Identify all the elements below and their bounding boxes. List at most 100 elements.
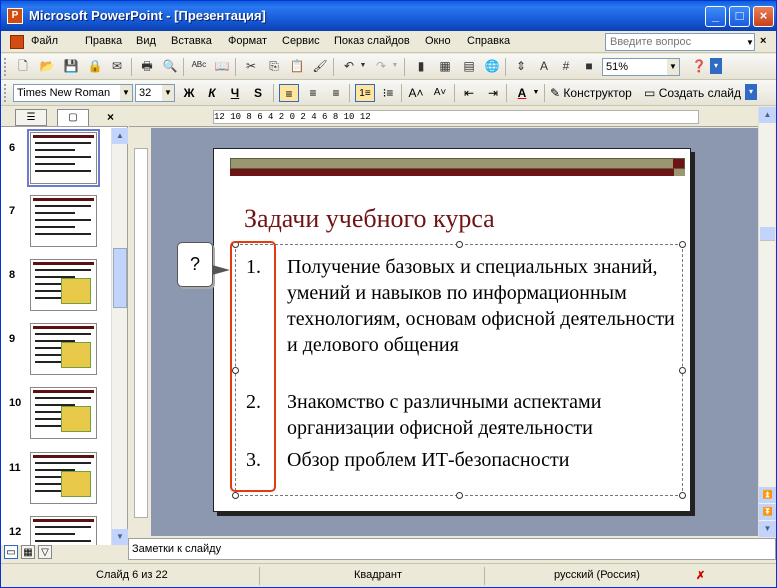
increase-font-button[interactable]: A˄: [406, 84, 426, 102]
spelling-status-icon[interactable]: ✗: [696, 569, 705, 582]
slide-thumbnail[interactable]: 11: [1, 448, 111, 508]
thumbnails-scrollbar[interactable]: ▲ ▼: [111, 128, 128, 545]
help-search-input[interactable]: Введите вопрос: [605, 33, 755, 51]
tab-outline[interactable]: ☰: [15, 109, 47, 126]
menu-file[interactable]: Файл: [31, 35, 58, 47]
previous-slide-icon[interactable]: ⏫: [759, 487, 776, 503]
toolbar-options-icon[interactable]: ▾: [710, 58, 722, 74]
print-preview-icon[interactable]: 🔍: [162, 58, 178, 74]
font-size-select[interactable]: 32 ▼: [135, 84, 175, 102]
toolbar-grip[interactable]: [4, 58, 7, 76]
menu-edit[interactable]: Правка: [85, 35, 122, 47]
menu-window[interactable]: Окно: [425, 35, 451, 47]
slide-thumbnail[interactable]: 6: [1, 128, 111, 188]
doc-close-icon[interactable]: ×: [760, 35, 766, 47]
save-icon[interactable]: 💾: [63, 58, 79, 74]
undo-icon[interactable]: ↶: [341, 58, 357, 74]
resize-handle[interactable]: [679, 492, 686, 499]
permission-icon[interactable]: 🔒: [87, 58, 103, 74]
format-painter-icon[interactable]: 🖌: [312, 58, 328, 74]
new-slide-button[interactable]: ▭ Создать слайд: [644, 84, 742, 102]
slide-thumbnail[interactable]: 9: [1, 319, 111, 379]
chevron-down-icon[interactable]: ▼: [120, 85, 132, 101]
open-icon[interactable]: 📂: [39, 58, 55, 74]
font-select[interactable]: Times New Roman ▼: [13, 84, 133, 102]
powerpoint-app-icon[interactable]: P: [7, 8, 23, 24]
resize-handle[interactable]: [456, 492, 463, 499]
resize-handle[interactable]: [232, 492, 239, 499]
hyperlink-icon[interactable]: 🌐: [484, 58, 500, 74]
numbering-button[interactable]: 1≡: [355, 84, 375, 102]
tables-borders-icon[interactable]: ▤: [461, 58, 477, 74]
resize-handle[interactable]: [679, 241, 686, 248]
slide-thumbnail[interactable]: 10: [1, 383, 111, 443]
normal-view-icon[interactable]: ▭: [4, 545, 18, 559]
next-slide-icon[interactable]: ⏬: [759, 504, 776, 520]
menu-help[interactable]: Справка: [467, 35, 510, 47]
font-color-button[interactable]: A: [512, 84, 532, 102]
scroll-up-icon[interactable]: ▲: [759, 107, 776, 123]
slide-scrollbar[interactable]: ▲ ⏫ ⏬ ▼: [758, 107, 776, 537]
align-left-button[interactable]: ≡: [279, 84, 299, 102]
scroll-up-icon[interactable]: ▲: [112, 128, 128, 144]
email-icon[interactable]: ✉: [109, 58, 125, 74]
slide[interactable]: Задачи учебного курса 1. Получение базов…: [213, 148, 691, 512]
menu-slideshow[interactable]: Показ слайдов: [334, 35, 410, 47]
slide-thumbnail[interactable]: 8: [1, 255, 111, 315]
paste-icon[interactable]: 📋: [289, 58, 305, 74]
menu-view[interactable]: Вид: [136, 35, 156, 47]
close-pane-icon[interactable]: ×: [107, 110, 114, 124]
expand-all-icon[interactable]: ⇕: [513, 58, 529, 74]
slide-thumbnail[interactable]: 12: [1, 512, 111, 545]
grid-icon[interactable]: #: [558, 58, 574, 74]
toolbar-grip[interactable]: [4, 84, 7, 102]
menu-tools[interactable]: Сервис: [282, 35, 320, 47]
minimize-button[interactable]: _: [705, 6, 726, 27]
body-text-box[interactable]: 1. Получение базовых и специальных знани…: [232, 241, 686, 499]
chart-icon[interactable]: ▮: [413, 58, 429, 74]
underline-button[interactable]: Ч: [227, 84, 243, 102]
menu-insert[interactable]: Вставка: [171, 35, 212, 47]
bullets-button[interactable]: ⁝≡: [378, 84, 398, 102]
cut-icon[interactable]: ✂: [243, 58, 259, 74]
slide-thumbnail[interactable]: 7: [1, 191, 111, 251]
chevron-down-icon[interactable]: ▼: [162, 85, 174, 101]
title-bar[interactable]: P Microsoft PowerPoint - [Презентация] _…: [1, 1, 776, 31]
notes-field[interactable]: Заметки к слайду: [128, 538, 776, 560]
help-icon[interactable]: ❓: [691, 58, 707, 74]
chevron-down-icon[interactable]: ▼: [667, 59, 679, 75]
undo-dropdown-icon[interactable]: ▼: [359, 58, 367, 74]
help-dropdown-icon[interactable]: ▼: [746, 38, 754, 47]
toolbar-options-icon[interactable]: ▾: [745, 84, 757, 100]
table-icon[interactable]: ▦: [437, 58, 453, 74]
font-color-dropdown-icon[interactable]: ▼: [532, 84, 540, 102]
zoom-select[interactable]: 51% ▼: [602, 58, 680, 76]
scroll-thumb[interactable]: [113, 248, 127, 308]
align-right-button[interactable]: ≡: [326, 84, 346, 102]
increase-indent-button[interactable]: ⇥: [483, 84, 503, 102]
shadow-button[interactable]: S: [250, 84, 266, 102]
decrease-indent-button[interactable]: ⇤: [459, 84, 479, 102]
color-grayscale-icon[interactable]: ■: [581, 58, 597, 74]
slideshow-icon[interactable]: ▽: [38, 545, 52, 559]
print-icon[interactable]: 🖶: [139, 58, 155, 74]
scroll-down-icon[interactable]: ▼: [112, 529, 128, 545]
maximize-button[interactable]: □: [729, 6, 750, 27]
slide-title[interactable]: Задачи учебного курса: [244, 204, 495, 234]
designer-button[interactable]: ✎ Конструктор: [550, 84, 640, 102]
align-center-button[interactable]: ≡: [303, 84, 323, 102]
show-formatting-icon[interactable]: A: [536, 58, 552, 74]
decrease-font-button[interactable]: A˅: [430, 84, 450, 102]
bold-button[interactable]: Ж: [181, 84, 197, 102]
close-button[interactable]: ×: [753, 6, 774, 27]
resize-handle[interactable]: [456, 241, 463, 248]
redo-dropdown-icon[interactable]: ▼: [391, 58, 399, 74]
spelling-icon[interactable]: ᴬᴮᶜ: [191, 58, 207, 74]
research-icon[interactable]: 📖: [214, 58, 230, 74]
new-icon[interactable]: 🗋: [15, 58, 31, 74]
document-icon[interactable]: [10, 35, 24, 49]
italic-button[interactable]: К: [204, 84, 220, 102]
slide-sorter-icon[interactable]: ▦: [21, 545, 35, 559]
scroll-down-icon[interactable]: ▼: [759, 521, 776, 537]
redo-icon[interactable]: ↷: [373, 58, 389, 74]
